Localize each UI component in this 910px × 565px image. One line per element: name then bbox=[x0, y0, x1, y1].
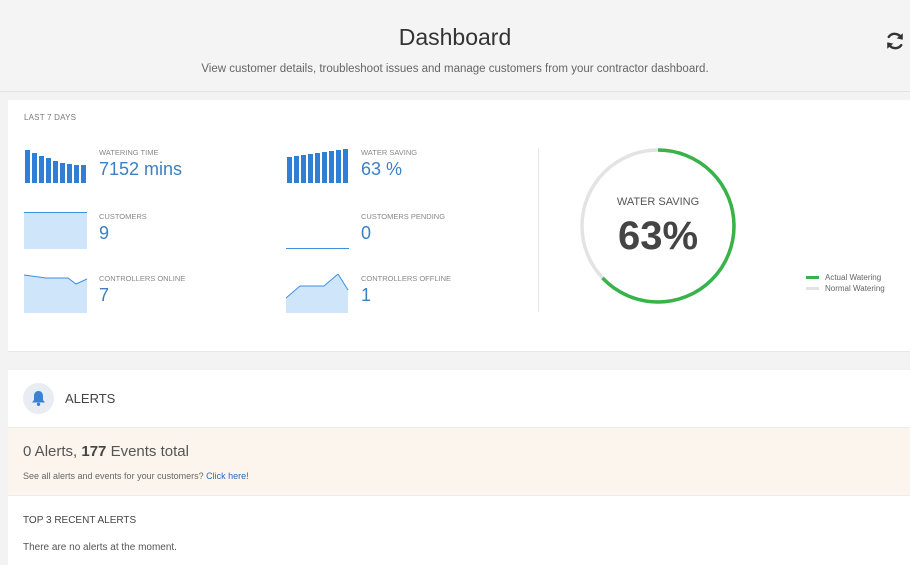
bell-icon bbox=[32, 391, 45, 406]
alerts-word: Alerts, bbox=[31, 443, 82, 460]
no-alerts-message: There are no alerts at the moment. bbox=[23, 542, 177, 553]
customers-value: 9 bbox=[99, 223, 110, 243]
gauge-value: 63% bbox=[617, 214, 699, 258]
stat-water-saving: WATER SAVING 63 % bbox=[286, 148, 526, 188]
water-saving-label: WATER SAVING bbox=[361, 148, 418, 157]
gauge-legend: Actual Watering Normal Watering bbox=[806, 272, 885, 294]
controllers-online-label: CONTROLLERS ONLINE bbox=[99, 274, 186, 283]
controllers-offline-label: CONTROLLERS OFFLINE bbox=[361, 274, 452, 283]
page-header: Dashboard View customer details, trouble… bbox=[0, 0, 910, 92]
customers-pending-value: 0 bbox=[361, 223, 372, 243]
water-saving-bar-chart bbox=[287, 149, 348, 183]
stat-customers: CUSTOMERS 9 bbox=[24, 212, 264, 252]
alerts-title: ALERTS bbox=[65, 391, 116, 406]
event-count: 177 bbox=[81, 443, 107, 460]
controllers-online-value: 7 bbox=[99, 285, 110, 305]
bell-badge bbox=[23, 383, 54, 414]
gauge-label: WATER SAVING bbox=[616, 196, 700, 208]
refresh-icon[interactable] bbox=[884, 30, 906, 52]
customers-sparkline bbox=[24, 212, 87, 249]
water-saving-value: 63 % bbox=[361, 159, 403, 179]
stat-controllers-online: CONTROLLERS ONLINE 7 bbox=[24, 274, 264, 314]
stat-controllers-offline: CONTROLLERS OFFLINE 1 bbox=[286, 274, 526, 314]
watering-time-value: 7152 mins bbox=[99, 159, 183, 179]
alerts-prompt: See all alerts and events for your custo… bbox=[23, 471, 249, 481]
period-label: LAST 7 DAYS bbox=[24, 113, 77, 122]
watering-time-bar-chart bbox=[25, 150, 86, 183]
legend-label-normal: Normal Watering bbox=[825, 284, 885, 293]
click-here-link[interactable]: Click here! bbox=[206, 471, 249, 481]
alerts-prompt-text: See all alerts and events for your custo… bbox=[23, 471, 207, 481]
stat-customers-pending: CUSTOMERS PENDING 0 bbox=[286, 212, 526, 252]
stat-watering-time: WATERING TIME 7152 mins bbox=[24, 148, 264, 188]
customers-pending-sparkline bbox=[286, 248, 349, 249]
legend-label-actual: Actual Watering bbox=[825, 273, 882, 282]
alerts-summary-text: 0 Alerts, 177 Events total bbox=[23, 443, 189, 460]
page-title: Dashboard bbox=[398, 24, 512, 50]
legend-swatch-normal bbox=[806, 287, 819, 290]
events-word: Events total bbox=[106, 443, 189, 460]
controllers-offline-value: 1 bbox=[361, 285, 372, 305]
customers-pending-label: CUSTOMERS PENDING bbox=[361, 212, 446, 221]
customers-label: CUSTOMERS bbox=[99, 212, 147, 221]
watering-time-label: WATERING TIME bbox=[99, 148, 159, 157]
legend-item-actual: Actual Watering bbox=[806, 272, 885, 283]
page-subtitle: View customer details, troubleshoot issu… bbox=[201, 63, 709, 75]
stats-panel: LAST 7 DAYS WATERING TIME 7152 mins WATE… bbox=[8, 100, 910, 352]
alerts-panel: ALERTS 0 Alerts, 177 Events total See al… bbox=[8, 370, 910, 565]
alerts-header: ALERTS bbox=[8, 370, 910, 428]
alerts-summary: 0 Alerts, 177 Events total See all alert… bbox=[8, 428, 910, 496]
stats-divider bbox=[538, 148, 539, 312]
legend-swatch-actual bbox=[806, 276, 819, 279]
legend-item-normal: Normal Watering bbox=[806, 283, 885, 294]
recent-alerts-title: TOP 3 RECENT ALERTS bbox=[23, 515, 137, 526]
controllers-offline-sparkline bbox=[286, 274, 349, 313]
controllers-online-sparkline bbox=[24, 274, 88, 313]
